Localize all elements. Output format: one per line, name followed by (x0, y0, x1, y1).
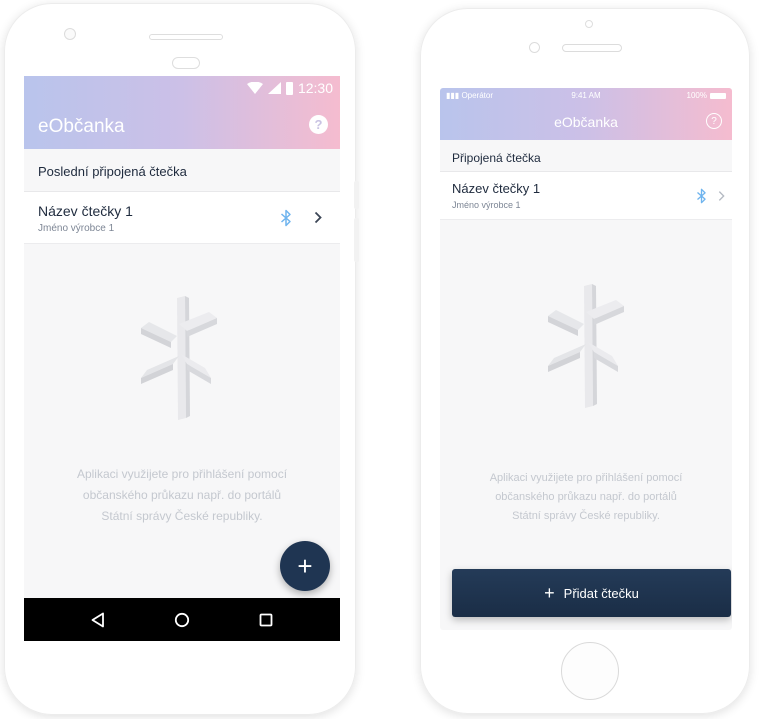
empty-state-line: občanského průkazu např. do portálů (495, 491, 677, 503)
empty-state-line: Aplikaci využijete pro přihlášení pomocí (489, 472, 683, 484)
battery-percent: 100% (686, 91, 707, 100)
add-reader-fab[interactable]: + (280, 541, 330, 591)
front-camera (64, 28, 76, 40)
help-icon[interactable]: ? (706, 113, 722, 129)
app-header: ▮▮▮ Operátor 9:41 AM 100% eObčanka ? (440, 88, 732, 140)
android-device: 12:30 eObčanka ? Poslední připojená čteč… (4, 3, 359, 715)
add-reader-label: Přidat čtečku (563, 585, 639, 601)
app-title: eObčanka (38, 116, 125, 137)
android-navigation-bar (24, 598, 340, 641)
chevron-right-icon (314, 211, 322, 224)
bluetooth-icon (281, 209, 291, 227)
home-button[interactable] (162, 605, 202, 635)
bluetooth-icon (697, 188, 706, 204)
earpiece-speaker (149, 34, 223, 40)
back-button[interactable] (78, 605, 118, 635)
empty-state-text: Aplikaci využijete pro přihlášení pomocí… (42, 464, 322, 527)
front-camera (529, 42, 540, 53)
home-button[interactable] (561, 642, 619, 700)
iphone-device: ▮▮▮ Operátor 9:41 AM 100% eObčanka ? Při… (420, 8, 750, 714)
section-title: Poslední připojená čtečka (24, 149, 340, 192)
status-bar: 12:30 (24, 76, 340, 100)
recents-icon (259, 613, 273, 626)
help-icon[interactable]: ? (309, 115, 328, 134)
empty-state-line: Aplikaci využijete pro přihlášení pomocí (76, 467, 288, 481)
status-time: 12:30 (297, 80, 333, 96)
earpiece-speaker (562, 44, 622, 52)
recents-button[interactable] (246, 605, 286, 635)
status-bar: ▮▮▮ Operátor 9:41 AM 100% (440, 91, 732, 105)
battery-icon (285, 81, 293, 95)
reader-name: Název čtečky 1 (38, 203, 133, 219)
chevron-right-icon (718, 191, 725, 201)
signpost-illustration (548, 284, 624, 408)
sensor-dot (585, 20, 593, 28)
signal-icon (267, 82, 281, 94)
app-header: 12:30 eObčanka ? (24, 76, 340, 149)
iphone-screen: ▮▮▮ Operátor 9:41 AM 100% eObčanka ? Při… (440, 88, 732, 630)
signpost-illustration (141, 296, 217, 420)
reader-name: Název čtečky 1 (452, 181, 541, 196)
empty-state-line: Státní správy České republiky. (101, 509, 263, 523)
android-screen: 12:30 eObčanka ? Poslední připojená čteč… (24, 76, 340, 641)
home-icon (174, 612, 190, 627)
app-title: eObčanka (554, 114, 618, 130)
empty-state-text: Aplikaci využijete pro přihlášení pomocí… (456, 469, 716, 526)
empty-state-line: Státní správy České republiky. (512, 510, 660, 522)
wifi-icon (246, 82, 263, 94)
side-button (354, 181, 359, 209)
reader-list-item[interactable]: Název čtečky 1 Jméno výrobce 1 (24, 192, 340, 244)
empty-state-line: občanského průkazu např. do portálů (82, 488, 282, 502)
battery-icon (710, 92, 726, 99)
side-button (354, 218, 359, 262)
section-title: Připojená čtečka (440, 140, 732, 172)
proximity-sensor (172, 57, 200, 69)
back-icon (91, 612, 104, 627)
battery-status: 100% (687, 91, 726, 100)
plus-icon: + (544, 583, 555, 603)
add-reader-button[interactable]: + Přidat čtečku (452, 569, 731, 617)
plus-icon: + (297, 550, 313, 581)
reader-manufacturer: Jméno výrobce 1 (38, 223, 115, 234)
reader-manufacturer: Jméno výrobce 1 (452, 200, 521, 210)
reader-list-item[interactable]: Název čtečky 1 Jméno výrobce 1 (440, 172, 732, 220)
